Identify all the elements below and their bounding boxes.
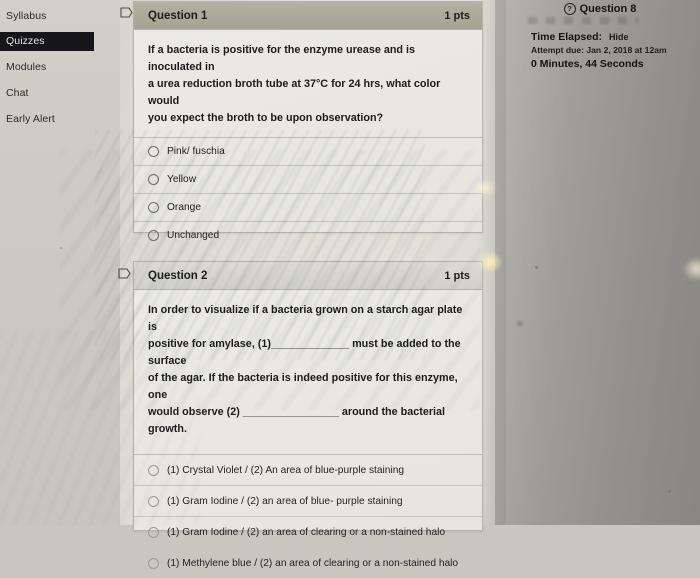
obscured-text-row [528,17,638,24]
quiz-info-panel: ? Question 8 Time Elapsed: Hide Attempt d… [500,0,700,70]
current-question-indicator: ? Question 8 [500,3,700,15]
answer-option[interactable]: (1) Gram Iodine / (2) an area of clearin… [134,516,482,547]
answer-label: Yellow [167,174,197,185]
sidebar-item-label: Quizzes [6,35,45,47]
question-card: Question 2 1 pts In order to visualize i… [133,261,483,569]
flag-outline-icon[interactable] [118,268,131,280]
answer-label: (1) Gram Iodine / (2) an area of blue- p… [167,495,403,507]
answer-option[interactable]: Unchanged [134,221,482,249]
answer-option[interactable]: (1) Gram Iodine / (2) an area of blue- p… [134,485,482,516]
question-title: Question 1 [148,9,208,22]
sidebar-item-label: Early Alert [6,113,55,125]
question-text-line: positive for amylase, (1)_____________ m… [148,338,461,367]
answer-option[interactable]: Yellow [134,165,482,193]
question-text-line: a urea reduction broth tube at 37°C for … [148,78,441,107]
answer-options-list: (1) Crystal Violet / (2) An area of blue… [134,444,482,578]
radio-button-icon[interactable] [148,557,159,569]
sidebar-item-syllabus[interactable]: Syllabus [0,6,120,26]
attempt-due-text: Attempt due: Jan 2, 2018 at 12am [531,45,667,55]
answer-option[interactable]: (1) Methylene blue / (2) an area of clea… [134,547,482,578]
radio-button-icon[interactable] [148,146,159,157]
answer-label: Pink/ fuschia [167,146,225,157]
sidebar-item-label: Chat [6,87,29,99]
time-elapsed-row: Time Elapsed: Hide [531,31,700,43]
answer-option[interactable]: Pink/ fuschia [134,137,482,165]
question-header: Question 1 1 pts [134,2,482,30]
question-header: Question 2 1 pts [134,262,482,290]
answer-option[interactable]: Orange [134,193,482,221]
right-background-region [495,0,700,525]
question-text-line: In order to visualize if a bacteria grow… [148,304,463,333]
answer-label: Unchanged [167,230,220,241]
radio-button-icon[interactable] [148,202,159,213]
question-text: If a bacteria is positive for the enzyme… [134,30,482,133]
question-points: 1 pts [444,269,470,282]
question-text-line: you expect the broth to be upon observat… [148,112,384,124]
answer-option[interactable]: (1) Crystal Violet / (2) An area of blue… [134,454,482,485]
radio-button-icon[interactable] [148,526,159,538]
hide-timer-link[interactable]: Hide [609,32,629,42]
elapsed-time-value: 0 Minutes, 44 Seconds [531,58,644,70]
sidebar-item-label: Modules [6,61,47,73]
answer-label: (1) Gram Iodine / (2) an area of clearin… [167,526,446,538]
radio-button-icon[interactable] [148,230,159,241]
question-title: Question 2 [148,269,208,282]
answer-label: (1) Crystal Violet / (2) An area of blue… [167,464,405,476]
time-elapsed-block: Time Elapsed: Hide Attempt due: Jan 2, 20… [500,31,700,70]
current-question-label: Question 8 [579,3,637,15]
time-elapsed-label: Time Elapsed: [531,31,602,43]
radio-button-icon[interactable] [148,464,159,476]
question-text-line: would observe (2) ________________ aroun… [148,406,446,435]
flag-outline-icon[interactable] [120,7,133,19]
sidebar-item-quizzes[interactable]: Quizzes [0,32,94,51]
sidebar-item-early-alert[interactable]: Early Alert [0,109,120,129]
answer-options-list: Pink/ fuschia Yellow Orange Unchanged [134,133,482,249]
sidebar-item-chat[interactable]: Chat [0,83,120,103]
answer-label: Orange [167,202,201,213]
question-text-line: If a bacteria is positive for the enzyme… [148,44,416,73]
sidebar-item-label: Syllabus [6,10,47,22]
course-navigation-sidebar: Syllabus Quizzes Modules Chat Early Aler… [0,0,120,135]
radio-button-icon[interactable] [148,174,159,185]
radio-button-icon[interactable] [148,495,159,507]
question-mark-circle-icon[interactable]: ? [563,3,576,15]
sidebar-item-modules[interactable]: Modules [0,57,120,77]
question-text-line: of the agar. If the bacteria is indeed p… [148,372,458,401]
question-points: 1 pts [444,9,470,22]
answer-label: (1) Methylene blue / (2) an area of clea… [167,557,459,569]
question-text: In order to visualize if a bacteria grow… [134,290,482,444]
question-card: Question 1 1 pts If a bacteria is positi… [133,1,483,241]
